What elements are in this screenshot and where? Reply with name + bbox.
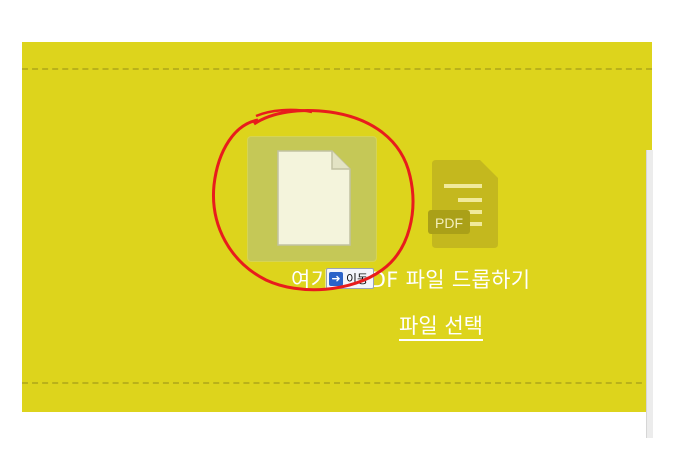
dashed-border-top bbox=[22, 68, 652, 70]
pdf-file-icon: PDF bbox=[428, 160, 498, 248]
scrollbar-edge[interactable] bbox=[646, 150, 653, 438]
select-file-link[interactable]: 파일 선택 bbox=[399, 310, 483, 340]
blank-document-icon bbox=[277, 150, 351, 246]
move-arrow-icon: ➜ bbox=[329, 271, 343, 286]
dragged-file-tile[interactable] bbox=[248, 137, 376, 261]
dashed-border-bottom bbox=[22, 382, 652, 384]
drag-move-tooltip: ➜ 이동 bbox=[326, 268, 375, 289]
pdf-icon-label: PDF bbox=[435, 215, 463, 231]
move-tooltip-label: 이동 bbox=[346, 272, 369, 286]
